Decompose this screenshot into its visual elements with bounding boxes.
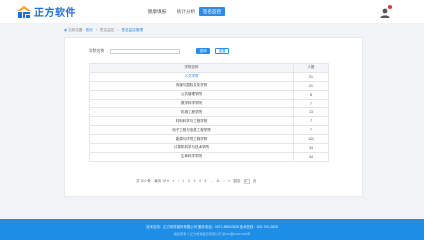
cell-count: 34 [293,151,329,162]
column-header-count: 人数 [293,63,329,73]
next-page-button[interactable]: › [223,179,224,183]
table-row: 机械工程学院 13 [89,107,329,118]
notification-badge [388,5,392,9]
goto-unit: 页 [252,178,257,183]
breadcrumb-current: 签名监控管理 [121,27,144,32]
cell-college-name[interactable]: 传媒与国际文化学院 [89,80,294,91]
cell-college-name[interactable]: 机械工程学院 [89,107,294,118]
cell-count: 7 [293,98,329,109]
user-avatar-button[interactable] [379,5,392,18]
nav-statistics[interactable]: 统计分析 [173,7,199,16]
location-pin-icon: ◉ [64,28,68,32]
page-size-select[interactable]: 每页 10 ▾ [154,179,169,184]
search-row: 学院名称 查询 重置 [89,47,230,55]
college-search-input[interactable] [110,48,181,54]
content-panel: 学院名称 查询 重置 学院名称 人数 人文学院 21 传媒与国际文化学院 21 公共管理… [64,37,363,197]
pagination: 共 101 条 每页 10 ▾ « ‹ 12345...11 › » 跳至 页 [136,178,260,184]
table-body: 人文学院 21 传媒与国际文化学院 21 公共管理学院 8 数学科学学院 7 机械工程学院 13 材… [89,71,329,162]
page-number-button[interactable]: 1 [183,179,185,183]
cell-count: 21 [293,80,329,91]
last-page-button[interactable]: » [228,179,230,183]
breadcrumb-section[interactable]: 签名监控 [100,28,114,33]
breadcrumb-sep: › [117,28,119,32]
page-number-button[interactable]: 5 [204,179,206,183]
search-label: 学院名称 [89,48,105,53]
footer: 技术支持：正方软件股份有限公司 服务电话：0571-89902828 技术热线：… [0,219,424,240]
table-row: 传媒与国际文化学院 21 [89,80,329,91]
goto-page-input[interactable] [243,178,250,184]
table-row: 材料科学与工程学院 7 [89,116,329,127]
table-row: 生命科学学院 34 [89,151,329,162]
prev-page-button[interactable]: ‹ [178,179,179,183]
cell-college-name[interactable]: 能源与环境工程学院 [89,134,294,145]
table-row: 人文学院 21 [89,71,329,82]
breadcrumb-sep: › [95,28,97,32]
cell-college-name[interactable]: 计算机科学与技术学院 [89,143,294,153]
cell-count: 13 [293,107,329,118]
cell-count: 34 [293,143,329,153]
top-header: 正方软件 健康填报 统计分析 签名监控 [0,0,424,23]
column-header-college: 学院名称 [89,63,294,73]
first-page-button[interactable]: « [172,179,174,183]
logo-text: 正方软件 [34,8,76,19]
table-row: 计算机科学与技术学院 34 [89,143,329,153]
footer-support-line: 技术支持：正方软件股份有限公司 服务电话：0571-89902828 技术热线：… [146,225,278,229]
breadcrumb-prefix: 当前位置 [68,27,83,32]
page-number-button[interactable]: 11 [216,179,220,183]
goto-label: 跳至 [233,178,241,183]
page-ellipsis: ... [209,179,213,183]
breadcrumb: ◉ 当前位置 首页 › 签名监控 › 签名监控管理 [64,26,146,34]
logo-mark-icon [17,5,31,18]
page-number-button[interactable]: 3 [193,179,195,183]
page-numbers: 1 2 3 4 5... 11 [183,179,224,183]
cell-count: 121 [293,134,329,145]
college-table: 学院名称 人数 人文学院 21 传媒与国际文化学院 21 公共管理学院 8 数学科学学院 7 机… [89,63,329,162]
pager-total: 共 101 条 [136,178,151,183]
page-number-button[interactable]: 2 [188,179,190,183]
table-header-row: 学院名称 人数 [89,63,329,73]
cell-college-name[interactable]: 人文学院 [89,71,294,82]
cell-college-name[interactable]: 数学科学学院 [89,98,294,109]
cell-college-name[interactable]: 公共管理学院 [89,89,294,100]
table-row: 电子工程与信息工程学院 7 [89,125,329,136]
query-button[interactable]: 查询 [196,48,211,54]
page-number-button[interactable]: 4 [199,179,201,183]
table-row: 公共管理学院 8 [89,89,329,100]
nav-health-report[interactable]: 健康填报 [144,7,170,16]
cell-count: 7 [293,116,329,127]
cell-college-name[interactable]: 材料科学与工程学院 [89,116,294,127]
cell-college-name[interactable]: 生命科学学院 [89,151,294,162]
nav-signature-monitor[interactable]: 签名监控 [199,7,225,16]
table-row: 能源与环境工程学院 121 [89,134,329,145]
cell-count: 8 [293,89,329,100]
reset-button[interactable]: 重置 [215,48,230,54]
cell-count: 21 [293,71,329,82]
breadcrumb-home[interactable]: 首页 [86,28,93,33]
cell-college-name[interactable]: 电子工程与信息工程学院 [89,125,294,136]
cell-count: 7 [293,125,329,136]
logo: 正方软件 [16,4,76,19]
table-row: 数学科学学院 7 [89,98,329,109]
footer-copyright-line: 版权所有 © 正方软件股份有限公司 浙ICP备05007209号 [173,232,251,236]
